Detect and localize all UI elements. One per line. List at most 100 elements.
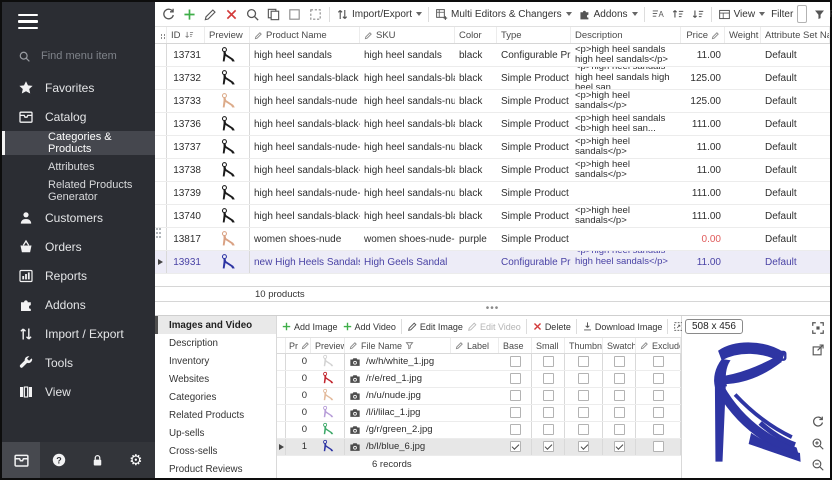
settings-icon[interactable]: ⚙ <box>117 442 155 478</box>
sidebar-item-tools[interactable]: Tools <box>2 348 155 377</box>
expand-rows-icon[interactable] <box>668 5 688 23</box>
font-size-icon[interactable]: A <box>648 5 668 23</box>
image-size-field[interactable]: 508 x 456 <box>685 319 743 334</box>
small-checkbox[interactable] <box>543 390 554 401</box>
sidebar-item-catalog[interactable]: Catalog <box>2 102 155 131</box>
product-row-13737[interactable]: 13737high heel sandals-nude-36high heel … <box>155 136 830 159</box>
tab-related-products[interactable]: Related Products <box>155 406 276 424</box>
product-row-13931[interactable]: 13931new High Heels SandalsHigh Geels Sa… <box>155 251 830 274</box>
thumbnail-checkbox[interactable] <box>578 373 589 384</box>
column-header-label[interactable]: Label <box>451 338 499 353</box>
tab-websites[interactable]: Websites <box>155 370 276 388</box>
image-row-g-r-green-2-jpg[interactable]: 0/g/r/green_2.jpg <box>277 422 681 439</box>
column-header-preview[interactable]: Preview <box>205 27 250 43</box>
sidebar-item-related-products-generator[interactable]: Related Products Generator <box>2 179 155 203</box>
sidebar-item-addons[interactable]: Addons <box>2 290 155 319</box>
base-checkbox[interactable] <box>510 441 521 452</box>
help-icon[interactable]: ? <box>40 442 78 478</box>
filter-dropdown[interactable]: Show products from selected categories <box>797 5 807 23</box>
add-image-button[interactable]: Add Image <box>279 319 340 334</box>
exclude-checkbox[interactable] <box>653 390 664 401</box>
image-row-b-l-blue-6-jpg[interactable]: 1/b/l/blue_6.jpg <box>277 439 681 456</box>
sidebar-item-orders[interactable]: Orders <box>2 232 155 261</box>
select-region-icon[interactable] <box>305 5 326 24</box>
base-checkbox[interactable] <box>510 390 521 401</box>
refresh-button[interactable] <box>158 5 179 24</box>
column-header-id[interactable]: ID <box>167 27 205 43</box>
exclude-checkbox[interactable] <box>653 356 664 367</box>
zoom-out-icon[interactable] <box>811 458 826 473</box>
tab-cross-sells[interactable]: Cross-sells <box>155 442 276 460</box>
sort-icon[interactable] <box>184 30 194 40</box>
horizontal-splitter[interactable]: ••• <box>155 302 830 315</box>
product-row-13736[interactable]: 13736high heel sandals-black-36high heel… <box>155 113 830 136</box>
multi-editors-dropdown[interactable]: Multi Editors & Changers <box>432 6 575 23</box>
search-button[interactable] <box>242 5 263 24</box>
edit-video-button[interactable]: Edit Video <box>465 319 523 334</box>
checkbox-mode-icon[interactable] <box>284 5 305 24</box>
filter-funnel-icon[interactable] <box>405 341 414 350</box>
tab-description[interactable]: Description <box>155 334 276 352</box>
swatch-checkbox[interactable] <box>614 407 625 418</box>
tab-categories[interactable]: Categories <box>155 388 276 406</box>
column-header-sku[interactable]: SKU <box>360 27 455 43</box>
addons-dropdown[interactable]: Addons <box>575 6 641 23</box>
swatch-checkbox[interactable] <box>614 424 625 435</box>
tab-inventory[interactable]: Inventory <box>155 352 276 370</box>
image-row-n-u-nude-jpg[interactable]: 0/n/u/nude.jpg <box>277 388 681 405</box>
base-checkbox[interactable] <box>510 373 521 384</box>
column-header-preview[interactable]: Preview <box>311 338 345 353</box>
thumbnail-checkbox[interactable] <box>578 356 589 367</box>
thumbnail-checkbox[interactable] <box>578 441 589 452</box>
product-row-13732[interactable]: 13732high heel sandals-blackhigh heel sa… <box>155 67 830 90</box>
small-checkbox[interactable] <box>543 441 554 452</box>
product-row-13739[interactable]: 13739high heel sandals-nude-37high heel … <box>155 182 830 205</box>
image-row-r-e-red-1-jpg[interactable]: 0/r/e/red_1.jpg <box>277 371 681 388</box>
thumbnail-checkbox[interactable] <box>578 390 589 401</box>
exclude-checkbox[interactable] <box>653 407 664 418</box>
column-header-small[interactable]: Small <box>532 338 565 353</box>
base-checkbox[interactable] <box>510 424 521 435</box>
edit-product-button[interactable] <box>200 5 221 24</box>
sidebar-splitter-handle[interactable] <box>156 228 161 242</box>
fit-screen-icon[interactable] <box>811 321 826 336</box>
small-checkbox[interactable] <box>543 424 554 435</box>
image-row-w-h-white-1-jpg[interactable]: 0/w/h/white_1.jpg <box>277 354 681 371</box>
base-checkbox[interactable] <box>510 356 521 367</box>
zoom-in-icon[interactable] <box>811 437 826 452</box>
column-header-weight[interactable]: Weight <box>725 27 761 43</box>
delete-product-button[interactable] <box>221 5 242 24</box>
sidebar-item-view[interactable]: View <box>2 377 155 406</box>
swatch-checkbox[interactable] <box>614 441 625 452</box>
column-header-price[interactable]: Price <box>681 27 725 43</box>
column-header-base[interactable]: Base <box>499 338 532 353</box>
product-row-13731[interactable]: 13731high heel sandalshigh heel sandalsb… <box>155 44 830 67</box>
import-export-dropdown[interactable]: Import/Export <box>333 6 425 23</box>
sidebar-item-favorites[interactable]: Favorites <box>2 73 155 102</box>
swatch-checkbox[interactable] <box>614 356 625 367</box>
column-header-color[interactable]: Color <box>455 27 497 43</box>
column-header-description[interactable]: Description <box>571 27 681 43</box>
store-icon[interactable] <box>2 442 40 478</box>
column-header-exclude[interactable]: Exclude <box>636 338 681 353</box>
delete-image-button[interactable]: Delete <box>530 319 573 334</box>
hamburger-menu-icon[interactable] <box>2 2 155 41</box>
thumbnail-checkbox[interactable] <box>578 424 589 435</box>
column-header-file-name[interactable]: File Name <box>345 338 451 353</box>
column-header-pr[interactable]: Pr <box>285 338 311 353</box>
add-video-button[interactable]: Add Video <box>340 319 398 334</box>
sidebar-item-categories-products[interactable]: Categories & Products <box>2 131 155 155</box>
add-product-button[interactable] <box>179 5 200 24</box>
sidebar-item-reports[interactable]: Reports <box>2 261 155 290</box>
download-image-button[interactable]: Download Image <box>580 319 665 334</box>
filters-dropdown[interactable]: Filters <box>810 6 832 23</box>
thumbnail-checkbox[interactable] <box>578 407 589 418</box>
toolbar-view-dropdown[interactable]: View <box>715 6 769 23</box>
lock-icon[interactable] <box>78 442 116 478</box>
small-checkbox[interactable] <box>543 356 554 367</box>
sidebar-item-customers[interactable]: Customers <box>2 203 155 232</box>
product-row-13740[interactable]: 13740high heel sandals-black-38high heel… <box>155 205 830 228</box>
column-header-swatch[interactable]: Swatch <box>603 338 636 353</box>
column-header-attribute-set-name[interactable]: Attribute Set Name <box>761 27 830 43</box>
tab-product-reviews[interactable]: Product Reviews <box>155 460 276 478</box>
